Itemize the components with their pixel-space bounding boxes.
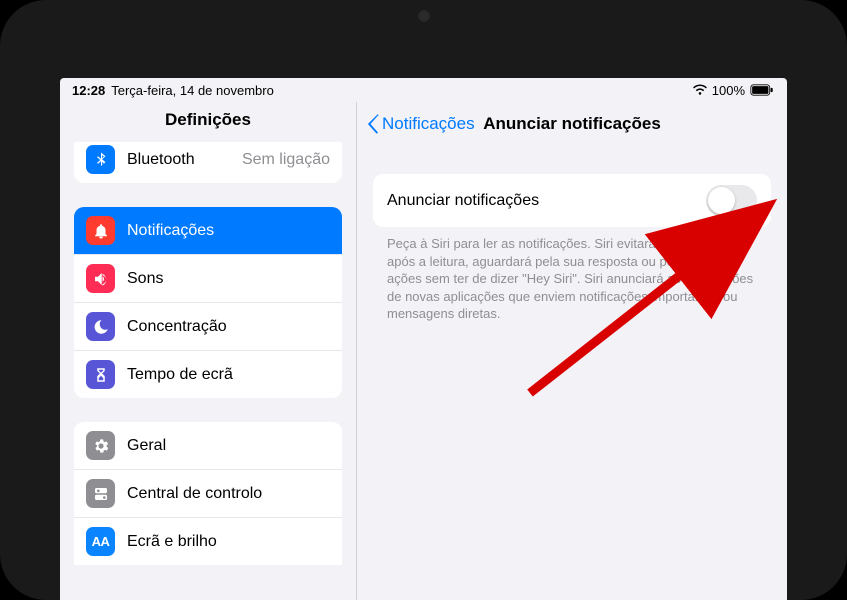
chevron-left-icon bbox=[367, 114, 380, 134]
device-bezel: 12:28 Terça-feira, 14 de novembro 100% bbox=[24, 24, 823, 600]
sounds-label: Sons bbox=[127, 270, 330, 288]
status-date: Terça-feira, 14 de novembro bbox=[111, 83, 274, 98]
announce-notifications-label: Anunciar notificações bbox=[387, 192, 706, 210]
sidebar-group-connectivity: Bluetooth Sem ligação bbox=[74, 142, 342, 183]
split-view: Definições Bluetooth Sem ligação bbox=[60, 102, 787, 600]
detail-header: Notificações Anunciar notificações bbox=[357, 102, 787, 146]
sidebar-item-notifications[interactable]: Notificações bbox=[74, 207, 342, 255]
wifi-icon bbox=[692, 84, 708, 96]
bluetooth-icon bbox=[86, 145, 115, 174]
announce-notifications-row[interactable]: Anunciar notificações bbox=[373, 174, 771, 227]
sidebar-title: Definições bbox=[60, 102, 356, 142]
sidebar: Definições Bluetooth Sem ligação bbox=[60, 102, 357, 600]
notifications-label: Notificações bbox=[127, 222, 330, 240]
aa-icon: AA bbox=[86, 527, 115, 556]
screen: 12:28 Terça-feira, 14 de novembro 100% bbox=[60, 78, 787, 600]
speaker-icon bbox=[86, 264, 115, 293]
gear-icon bbox=[86, 431, 115, 460]
battery-percentage: 100% bbox=[712, 83, 745, 98]
sidebar-item-general[interactable]: Geral bbox=[74, 422, 342, 470]
sidebar-group-notifications: Notificações Sons bbox=[74, 207, 342, 398]
announce-notifications-footer: Peça à Siri para ler as notificações. Si… bbox=[373, 227, 771, 323]
battery-icon bbox=[749, 84, 775, 96]
sidebar-item-focus[interactable]: Concentração bbox=[74, 303, 342, 351]
status-left: 12:28 Terça-feira, 14 de novembro bbox=[72, 83, 274, 98]
general-label: Geral bbox=[127, 437, 330, 455]
back-button[interactable]: Notificações bbox=[367, 114, 475, 134]
screentime-label: Tempo de ecrã bbox=[127, 366, 330, 384]
bluetooth-label: Bluetooth bbox=[127, 151, 230, 169]
bluetooth-value: Sem ligação bbox=[242, 151, 330, 169]
sidebar-item-sounds[interactable]: Sons bbox=[74, 255, 342, 303]
bell-icon bbox=[86, 216, 115, 245]
status-bar: 12:28 Terça-feira, 14 de novembro 100% bbox=[60, 78, 787, 102]
sidebar-scroll[interactable]: Bluetooth Sem ligação Notificações bbox=[60, 142, 356, 600]
control-center-label: Central de controlo bbox=[127, 485, 330, 503]
detail-title: Anunciar notificações bbox=[483, 114, 661, 134]
detail-pane: Notificações Anunciar notificações Anunc… bbox=[357, 102, 787, 600]
device-frame: 12:28 Terça-feira, 14 de novembro 100% bbox=[0, 0, 847, 600]
moon-icon bbox=[86, 312, 115, 341]
status-right: 100% bbox=[692, 83, 775, 98]
status-time: 12:28 bbox=[72, 83, 105, 98]
hourglass-icon bbox=[86, 360, 115, 389]
sidebar-item-screentime[interactable]: Tempo de ecrã bbox=[74, 351, 342, 398]
sidebar-group-general: Geral Central de controlo AA Ecrã e bri bbox=[74, 422, 342, 565]
back-label: Notificações bbox=[382, 114, 475, 134]
focus-label: Concentração bbox=[127, 318, 330, 336]
detail-body: Anunciar notificações Peça à Siri para l… bbox=[357, 146, 787, 323]
sidebar-item-display[interactable]: AA Ecrã e brilho bbox=[74, 518, 342, 565]
sidebar-item-bluetooth[interactable]: Bluetooth Sem ligação bbox=[74, 142, 342, 183]
sidebar-item-control-center[interactable]: Central de controlo bbox=[74, 470, 342, 518]
sliders-icon bbox=[86, 479, 115, 508]
display-label: Ecrã e brilho bbox=[127, 533, 330, 551]
announce-notifications-toggle[interactable] bbox=[706, 185, 757, 216]
toggle-knob bbox=[708, 187, 735, 214]
camera-lens bbox=[417, 9, 431, 23]
